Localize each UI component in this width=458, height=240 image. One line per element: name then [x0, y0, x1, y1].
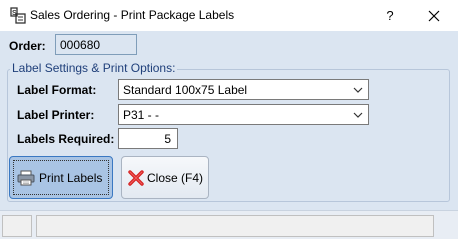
order-label: Order:: [9, 39, 46, 53]
label-format-label: Label Format:: [17, 83, 97, 97]
chevron-down-icon[interactable]: [353, 111, 363, 119]
label-format-dropdown[interactable]: Standard 100x75 Label: [118, 79, 369, 100]
label-printer-label: Label Printer:: [17, 108, 95, 122]
size-grip[interactable]: [437, 215, 456, 237]
close-button[interactable]: Close (F4): [121, 156, 209, 199]
order-number-field: 000680: [55, 34, 137, 55]
print-package-labels-window: S Sales Ordering - Print Package Labels …: [0, 0, 458, 239]
chevron-down-icon[interactable]: [353, 86, 363, 94]
printer-icon: [17, 170, 35, 189]
label-format-value: Standard 100x75 Label: [123, 83, 248, 97]
window-close-button[interactable]: [416, 0, 452, 31]
label-settings-legend: Label Settings & Print Options:: [10, 61, 178, 75]
label-printer-dropdown[interactable]: P31 - -: [118, 104, 369, 125]
status-bar: [0, 210, 458, 239]
sales-ordering-icon: S: [9, 7, 27, 25]
title-bar: S Sales Ordering - Print Package Labels …: [0, 0, 458, 31]
labels-required-input[interactable]: 5: [118, 128, 178, 149]
window-title: Sales Ordering - Print Package Labels: [30, 8, 235, 22]
close-icon: [428, 10, 440, 22]
label-printer-value: P31 - -: [123, 108, 160, 122]
status-pane: [2, 215, 32, 237]
print-labels-button[interactable]: Print Labels: [9, 156, 113, 199]
red-x-icon: [128, 170, 144, 189]
print-labels-label: Print Labels: [39, 171, 103, 185]
dialog-body: Order: 000680 Label Settings & Print Opt…: [0, 31, 458, 239]
status-pane: [36, 215, 434, 237]
help-button[interactable]: ?: [372, 0, 408, 31]
close-button-label: Close (F4): [147, 171, 204, 185]
labels-required-label: Labels Required:: [17, 132, 115, 146]
